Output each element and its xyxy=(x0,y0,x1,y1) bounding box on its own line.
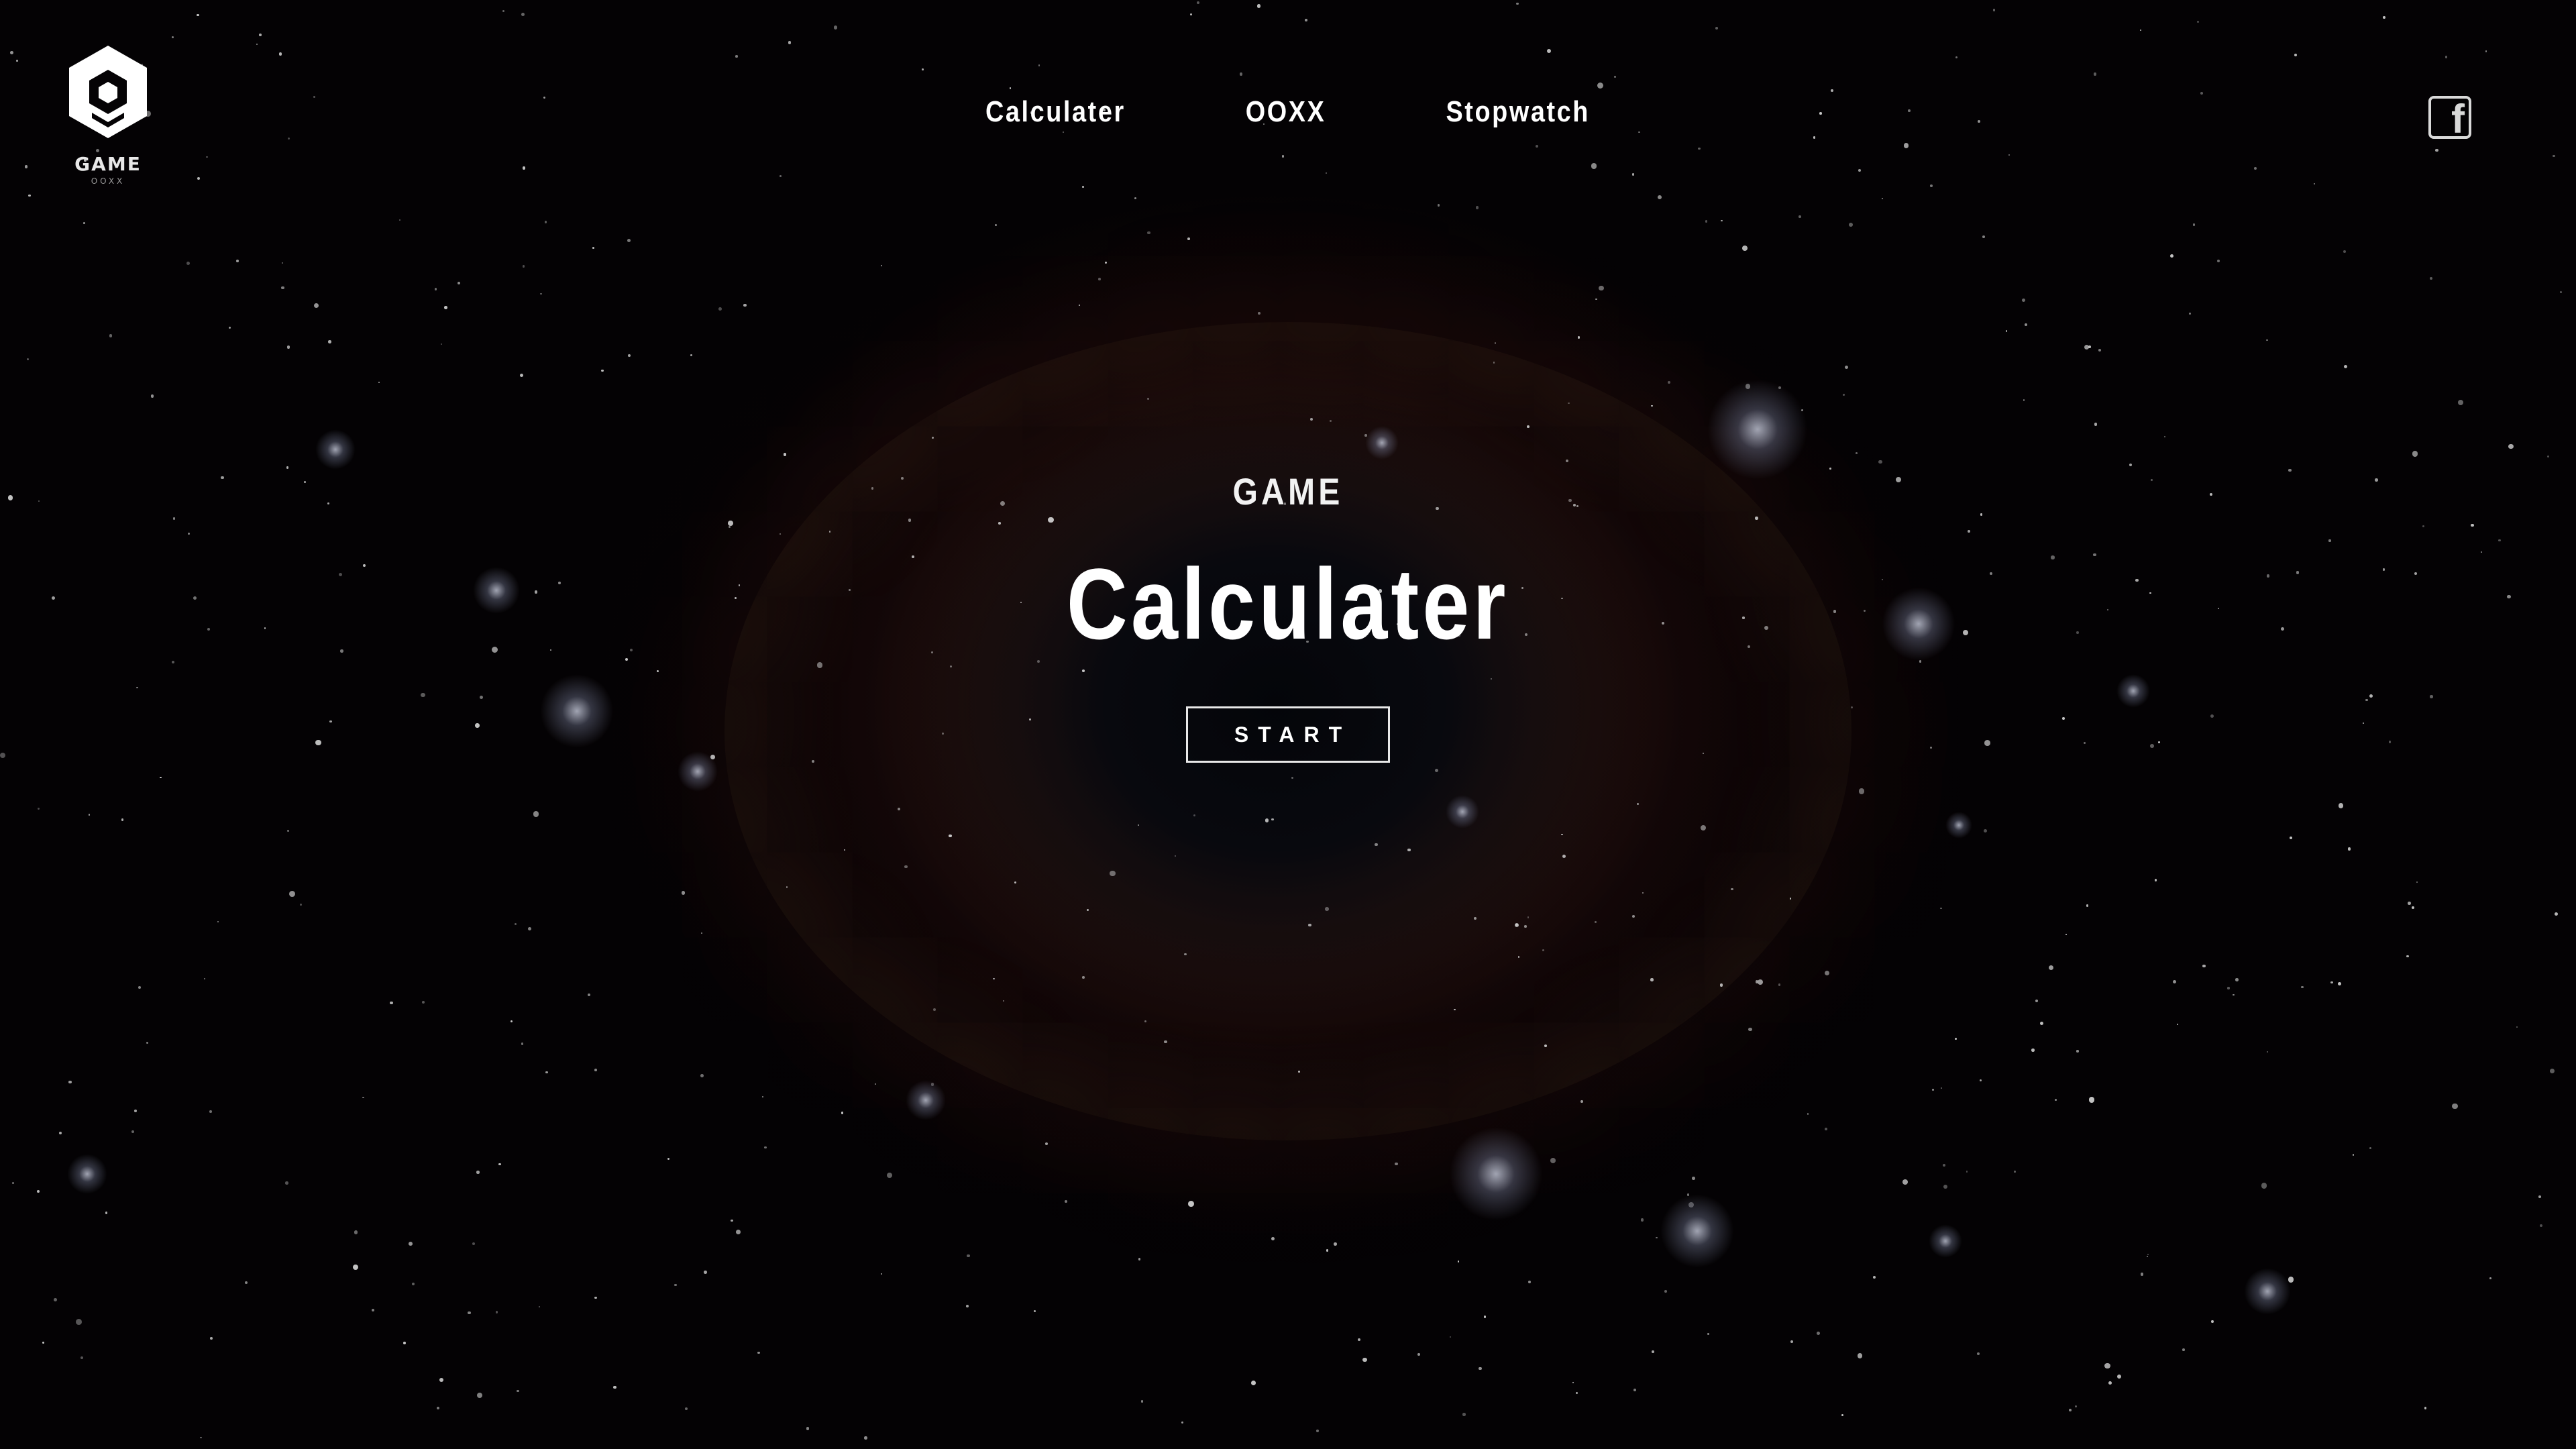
hero-eyebrow: GAME xyxy=(1232,470,1344,513)
facebook-link[interactable]: f xyxy=(2428,96,2471,139)
nav-item-stopwatch[interactable]: Stopwatch xyxy=(1446,95,1591,129)
facebook-icon: f xyxy=(2451,97,2465,139)
main-nav: Calculater OOXX Stopwatch xyxy=(0,95,2576,129)
nav-item-calculater[interactable]: Calculater xyxy=(985,95,1126,129)
hero-title: Calculater xyxy=(1067,547,1509,660)
hero-section: GAME Calculater START xyxy=(0,470,2576,763)
start-button[interactable]: START xyxy=(1186,706,1390,763)
brand-name: GAME xyxy=(74,153,142,175)
nav-item-ooxx[interactable]: OOXX xyxy=(1246,95,1326,129)
brand-subtitle: OOXX xyxy=(91,176,125,186)
